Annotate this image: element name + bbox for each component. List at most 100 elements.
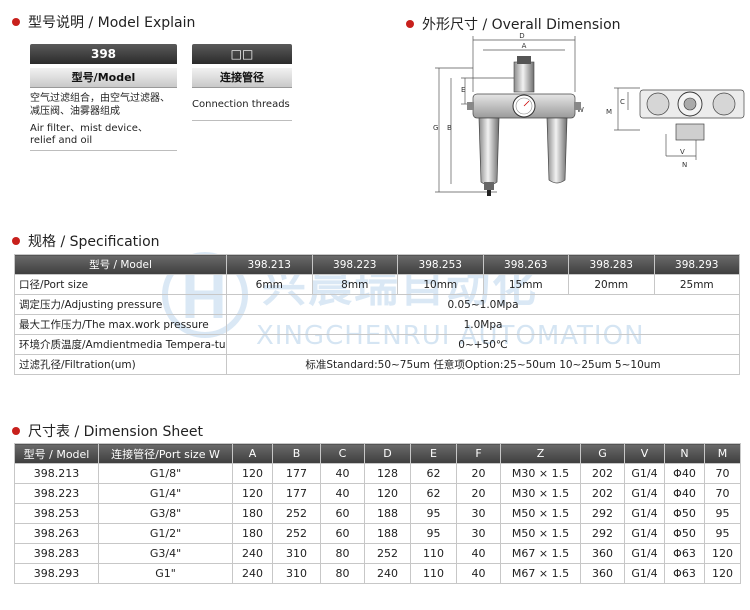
model-desc-en-2: relief and oil <box>30 135 93 146</box>
bullet-icon <box>12 18 20 26</box>
model-desc-cn-2: 减压阀、油雾器组成 <box>30 106 120 117</box>
dim-cell: 292 <box>580 523 625 544</box>
dim-cell: 60 <box>320 503 365 524</box>
dim-cell: 60 <box>320 523 365 544</box>
dim-cell: 360 <box>580 563 625 584</box>
dim-cell: 252 <box>272 523 321 544</box>
dim-cell: 180 <box>232 523 273 544</box>
dim-cell: Φ40 <box>664 483 705 504</box>
dim-cell: 20 <box>456 463 501 484</box>
model-desc-cn-1: 空气过滤组合，由空气过滤器、 <box>30 93 170 104</box>
dim-cell: 310 <box>272 563 321 584</box>
spec-label: 过滤孔径/Filtration(um) <box>14 354 227 375</box>
spec-value: 标准Standard:50~75um 任意项Option:25~50um 10~… <box>226 354 740 375</box>
section-title-dimension-sheet: 尺寸表 / Dimension Sheet <box>12 421 203 441</box>
spec-header-cell: 398.223 <box>311 254 398 275</box>
dim-cell: 398.213 <box>14 463 99 484</box>
dim-cell: Φ63 <box>664 543 705 564</box>
dim-label-m: M <box>606 108 612 116</box>
dim-label-n: N <box>682 161 687 169</box>
dim-cell: 80 <box>320 543 365 564</box>
frl-unit-drawing: D A E B G W <box>433 32 584 196</box>
dim-cell: G1/4 <box>624 503 665 524</box>
table-row: 398.283 G3/4" 240 310 80 252 110 40 M67 × 1.5 360… <box>14 543 741 564</box>
dim-label-v: V <box>680 148 685 156</box>
dim-header-cell: B <box>272 443 321 464</box>
table-row: 过滤孔径/Filtration(um) 标准Standard:50~75um 任… <box>14 354 740 375</box>
section-title-model-explain: 型号说明 / Model Explain <box>12 12 195 32</box>
spec-label: 环境介质温度/Amdientmedia Tempera-ture <box>14 334 227 355</box>
bullet-icon <box>12 427 20 435</box>
dim-cell: G3/4" <box>98 543 233 564</box>
spec-value: 8mm <box>311 274 398 295</box>
dim-cell: M67 × 1.5 <box>500 543 581 564</box>
dim-cell: 120 <box>364 483 411 504</box>
dim-cell: 240 <box>364 563 411 584</box>
spec-label: 调定压力/Adjusting pressure <box>14 294 227 315</box>
dim-cell: 398.293 <box>14 563 99 584</box>
spec-value: 0.05~1.0Mpa <box>226 294 740 315</box>
table-row: 口径/Port size 6mm 8mm 10mm 15mm 20mm 25mm <box>14 274 740 295</box>
dim-label-g: G <box>433 124 438 132</box>
dim-cell: Φ63 <box>664 563 705 584</box>
dim-label-b: B <box>447 124 452 132</box>
dim-label-d: D <box>519 32 524 40</box>
dim-cell: 120 <box>232 483 273 504</box>
dim-header-cell: 型号 / Model <box>14 443 99 464</box>
spec-header-cell: 398.263 <box>482 254 569 275</box>
dim-label-c: C <box>620 98 625 106</box>
dim-cell: G1/8" <box>98 463 233 484</box>
dim-cell: 240 <box>232 543 273 564</box>
dim-cell: 128 <box>364 463 411 484</box>
table-row: 398.253 G3/8" 180 252 60 188 95 30 M50 × 1.5 292 G… <box>14 503 741 524</box>
section-title-text: 外形尺寸 / Overall Dimension <box>422 17 621 33</box>
dim-label-a: A <box>522 42 527 50</box>
model-code-box: 398 <box>30 44 177 64</box>
dim-header-cell: N <box>664 443 705 464</box>
dim-cell: 360 <box>580 543 625 564</box>
dim-cell: 188 <box>364 523 411 544</box>
divider <box>192 120 292 121</box>
spec-value: 25mm <box>653 274 740 295</box>
dim-cell: 120 <box>704 543 741 564</box>
dim-cell: 40 <box>456 543 501 564</box>
spec-label: 最大工作压力/The max.work pressure <box>14 314 227 335</box>
table-row: 398.293 G1" 240 310 80 240 110 40 M67 × 1.5 360 G1… <box>14 563 741 584</box>
dim-cell: 188 <box>364 503 411 524</box>
section-title-text: 规格 / Specification <box>28 234 160 250</box>
dim-cell: 310 <box>272 543 321 564</box>
section-title-overall-dimension: 外形尺寸 / Overall Dimension <box>406 14 621 34</box>
spec-header-model: 型号 / Model <box>14 254 227 275</box>
dim-cell: 80 <box>320 563 365 584</box>
port-desc: Connection threads <box>192 99 290 110</box>
table-row: 调定压力/Adjusting pressure 0.05~1.0Mpa <box>14 294 740 315</box>
bullet-icon <box>406 20 414 28</box>
dim-cell: Φ50 <box>664 523 705 544</box>
table-row: 398.213 G1/8" 120 177 40 128 62 20 M30 × 1.5 202 G… <box>14 463 741 484</box>
dim-header-cell: Z <box>500 443 581 464</box>
dim-cell: M50 × 1.5 <box>500 523 581 544</box>
frl-top-view-drawing: M C V N <box>606 87 745 169</box>
dim-cell: 398.283 <box>14 543 99 564</box>
spec-header-cell: 398.293 <box>653 254 740 275</box>
dim-cell: 398.263 <box>14 523 99 544</box>
dim-header-cell: C <box>320 443 365 464</box>
dim-header-cell: A <box>232 443 273 464</box>
dim-header-row: 型号 / Model 连接管径/Port size WABCDEFZGVNM <box>14 443 741 464</box>
dim-cell: 240 <box>232 563 273 584</box>
dim-cell: 95 <box>410 503 457 524</box>
dim-label-e: E <box>461 86 465 94</box>
port-label: 连接管径 <box>192 68 292 88</box>
spec-value: 1.0Mpa <box>226 314 740 335</box>
dimension-table: 型号 / Model 连接管径/Port size WABCDEFZGVNM 39… <box>14 443 741 584</box>
dim-cell: 177 <box>272 483 321 504</box>
dim-cell: M67 × 1.5 <box>500 563 581 584</box>
spec-value: 15mm <box>482 274 569 295</box>
section-title-text: 型号说明 / Model Explain <box>28 15 196 31</box>
dim-cell: 292 <box>580 503 625 524</box>
dim-cell: G3/8" <box>98 503 233 524</box>
dim-header-cell: D <box>364 443 411 464</box>
dim-cell: 20 <box>456 483 501 504</box>
divider <box>30 150 177 151</box>
dim-cell: 110 <box>410 563 457 584</box>
